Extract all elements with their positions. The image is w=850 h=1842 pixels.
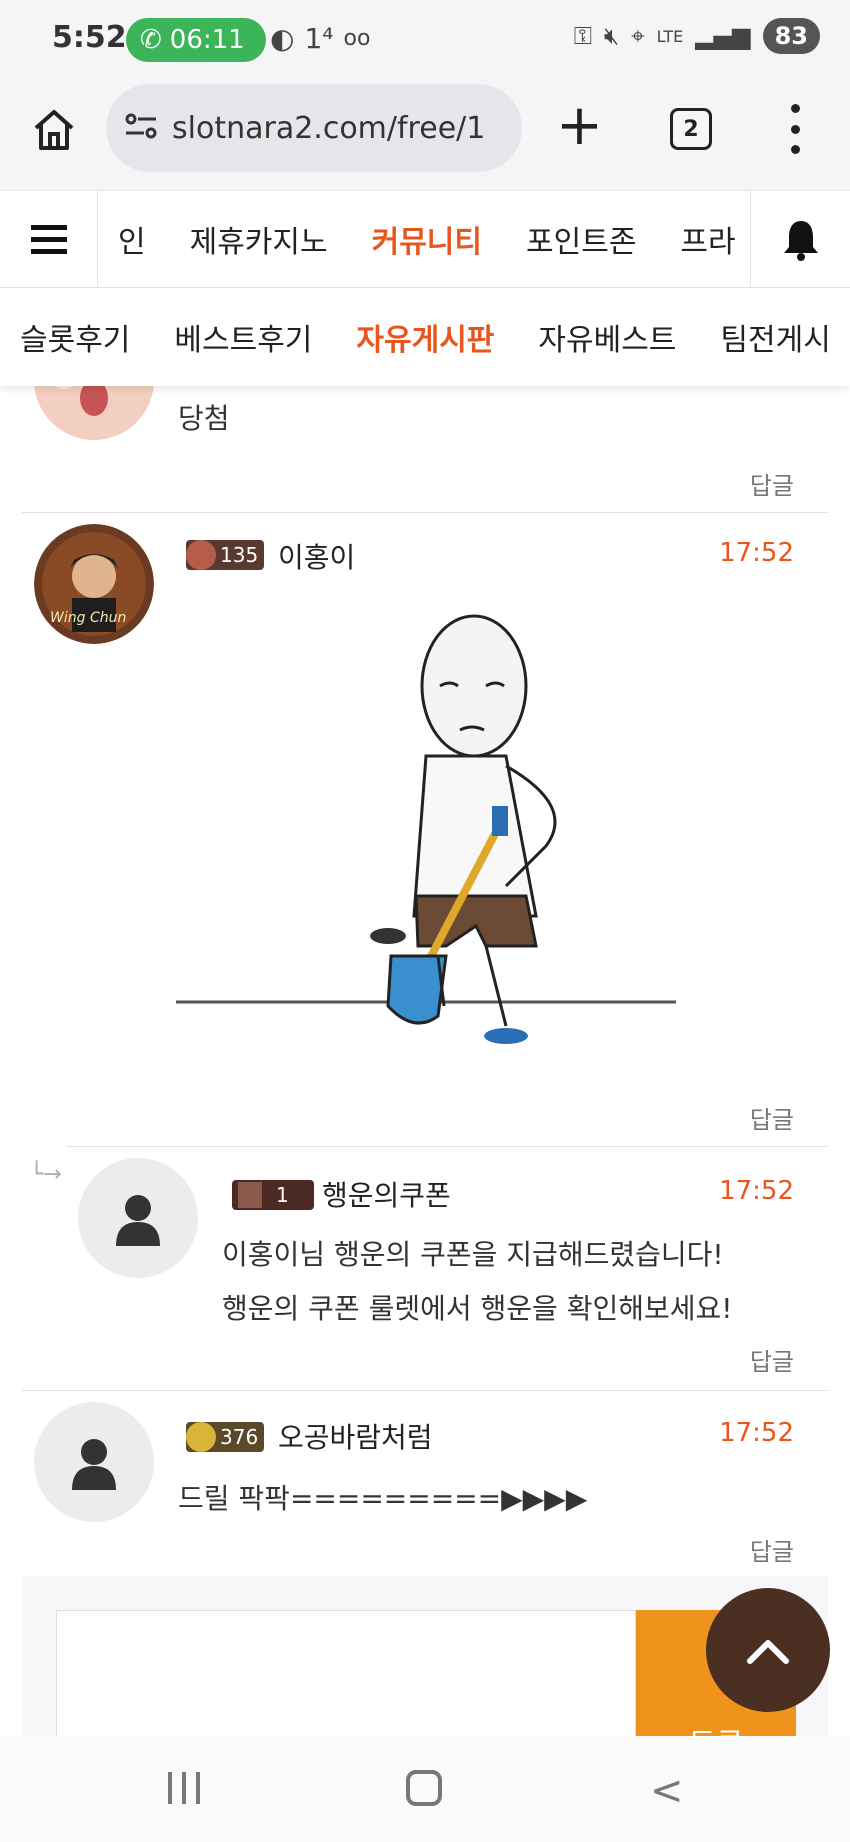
divider xyxy=(22,1390,828,1391)
tab-free-best[interactable]: 자유베스트 xyxy=(538,315,676,359)
reply-button[interactable]: 답글 xyxy=(750,1100,794,1135)
site-nav: 인 제휴카지노 커뮤니티 포인트존 프라 xyxy=(0,190,850,288)
site-nav-items: 인 제휴카지노 커뮤니티 포인트존 프라 xyxy=(118,191,750,287)
level-badge: 376 xyxy=(186,1420,265,1454)
system-nav-bar: < xyxy=(0,1736,850,1842)
level-icon xyxy=(186,540,216,570)
key-icon: ⚿ xyxy=(573,22,592,50)
call-indicator[interactable]: ✆ 06:11 xyxy=(126,18,266,62)
nav-item-community[interactable]: 커뮤니티 xyxy=(372,217,482,261)
reply-indicator-icon: └→ xyxy=(30,1162,62,1187)
level-badge: 135 xyxy=(186,538,265,572)
reply-button[interactable]: 답글 xyxy=(750,1532,794,1567)
tab-slot-reviews[interactable]: 슬롯후기 xyxy=(20,315,130,359)
app-notification-icon: ◐ xyxy=(270,22,295,55)
avatar xyxy=(34,1402,154,1522)
comment-image xyxy=(176,606,676,1046)
address-bar[interactable]: slotnara2.com/free/1 xyxy=(106,84,522,172)
system-icons: ⚿ 🔇︎ ⌖ LTE ▂▄▆ 83 xyxy=(574,18,820,54)
site-settings-icon[interactable] xyxy=(124,111,158,145)
home-icon[interactable] xyxy=(30,106,78,154)
hamburger-menu-icon[interactable] xyxy=(0,191,98,287)
avatar-caption: Wing Chun xyxy=(50,610,127,626)
url-text: slotnara2.com/free/1 xyxy=(172,110,486,146)
board-tabs: 슬롯후기 베스트후기 자유게시판 자유베스트 팀전게시 xyxy=(0,288,850,386)
new-tab-icon[interactable]: + xyxy=(556,98,603,154)
notification-count: 1⁴ xyxy=(304,22,334,55)
comment-time: 17:52 xyxy=(719,538,794,568)
home-button-icon[interactable] xyxy=(406,1770,442,1806)
comment-time: 17:52 xyxy=(719,1418,794,1448)
tab-best-reviews[interactable]: 베스트후기 xyxy=(174,315,312,359)
comment-time: 17:52 xyxy=(719,1176,794,1206)
reply-button[interactable]: 답글 xyxy=(750,1342,794,1377)
divider xyxy=(66,1146,828,1147)
avatar xyxy=(34,386,154,440)
mute-icon: 🔇︎ xyxy=(603,22,620,50)
chevron-up-icon xyxy=(747,1640,789,1664)
scroll-to-top-button[interactable] xyxy=(706,1588,830,1712)
back-icon[interactable]: < xyxy=(650,1768,684,1814)
status-time: 5:52 xyxy=(52,20,127,55)
tab-switcher-button[interactable]: 2 xyxy=(670,108,712,150)
browser-toolbar: slotnara2.com/free/1 + 2 xyxy=(0,80,850,190)
network-label: LTE xyxy=(656,26,684,46)
comment-text-line: 행운의 쿠폰 룰렛에서 행운을 확인해보세요! xyxy=(222,1292,733,1325)
nav-item-partner-casino[interactable]: 제휴카지노 xyxy=(190,217,328,261)
comment-text-line: 이홍이님 행운의 쿠폰을 지급해드렸습니다! xyxy=(222,1238,724,1271)
battery-indicator: 83 xyxy=(762,18,820,54)
location-icon: ⌖ xyxy=(631,22,645,50)
level-badge: 1 xyxy=(232,1178,314,1212)
level-icon xyxy=(238,1182,262,1208)
notification-icons: ◐ 1⁴ oo xyxy=(270,22,370,55)
status-bar: 5:52 ✆ 06:11 ◐ 1⁴ oo ⚿ 🔇︎ ⌖ LTE ▂▄▆ 83 xyxy=(0,0,850,80)
level-icon xyxy=(186,1422,216,1452)
comment-author[interactable]: 행운의쿠폰 xyxy=(322,1174,451,1214)
avatar xyxy=(78,1158,198,1278)
comment-author[interactable]: 오공바람처럼 xyxy=(278,1416,433,1456)
nav-item-point-zone[interactable]: 포인트존 xyxy=(526,217,636,261)
avatar: Wing Chun xyxy=(34,524,154,644)
comment-author[interactable]: 이홍이 xyxy=(278,536,355,576)
divider xyxy=(22,512,828,513)
nav-item-more[interactable]: 프라 xyxy=(680,217,735,261)
tab-free-board[interactable]: 자유게시판 xyxy=(356,315,494,359)
phone-icon: ✆ xyxy=(140,25,162,55)
level-number: 1 xyxy=(276,1183,289,1207)
tab-team-board[interactable]: 팀전게시 xyxy=(720,315,830,359)
level-number: 376 xyxy=(220,1425,259,1449)
more-options-icon[interactable] xyxy=(780,104,810,154)
comment-text: 당첨 xyxy=(178,402,230,435)
nav-item-login[interactable]: 인 xyxy=(118,217,146,261)
bell-icon[interactable] xyxy=(750,191,850,287)
level-number: 135 xyxy=(220,543,259,567)
comment-input[interactable] xyxy=(56,1610,636,1736)
call-timer: 06:11 xyxy=(169,25,245,55)
recent-apps-icon[interactable] xyxy=(168,1772,200,1804)
signal-icon: ▂▄▆ xyxy=(695,22,751,50)
reply-button[interactable]: 답글 xyxy=(750,466,794,501)
comment-text: 드릴 팍팍=========▶▶▶▶ xyxy=(178,1482,588,1515)
voicemail-icon: oo xyxy=(343,26,371,51)
comment-list: 당첨 답글 Wing Chun 135 이홍이 17:52 답글 └→ 1 행운… xyxy=(0,386,850,1736)
